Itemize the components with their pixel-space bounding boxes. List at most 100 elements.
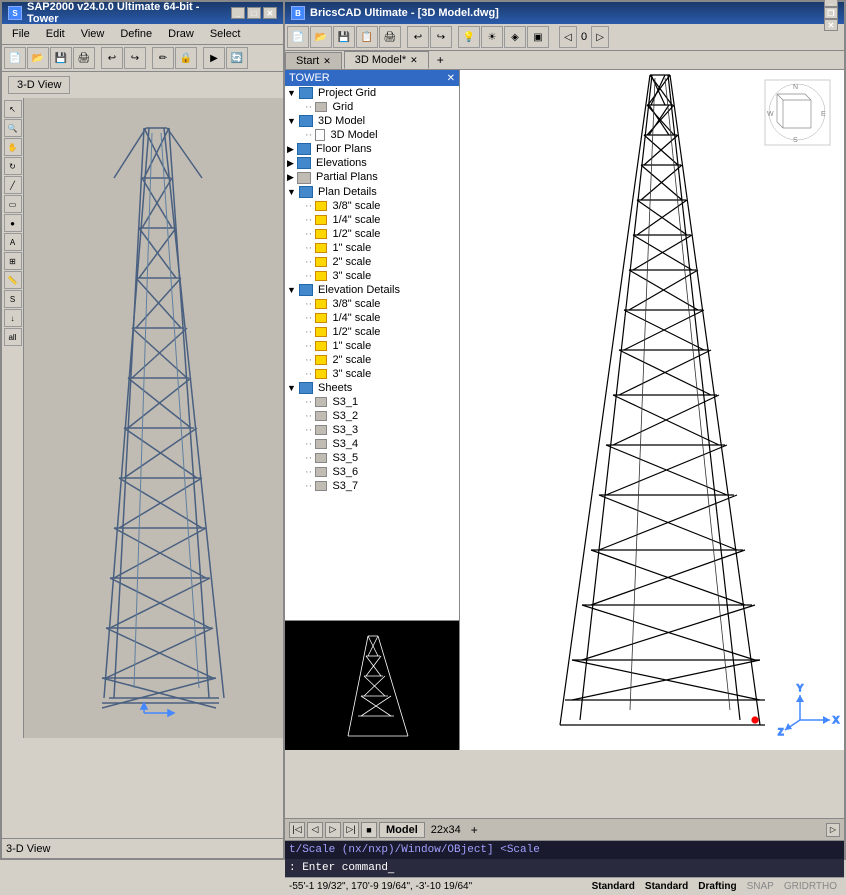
tree-item-elev-1[interactable]: ·· 1" scale <box>285 339 459 353</box>
sap-close-button[interactable]: ✕ <box>263 7 277 19</box>
brics-tab-start[interactable]: Start ✕ <box>285 52 342 69</box>
sap-loop-button[interactable]: 🔄 <box>226 47 248 69</box>
sap-spring-tool[interactable]: S <box>4 290 22 308</box>
sap-lock-button[interactable]: 🔒 <box>175 47 197 69</box>
tree-item-elev-14[interactable]: ·· 1/4" scale <box>285 311 459 325</box>
sap-menu-define[interactable]: Define <box>112 26 160 42</box>
brics-nav-record-button[interactable]: ■ <box>361 822 377 838</box>
tree-item-s3-1[interactable]: ·· S3_1 <box>285 395 459 409</box>
sap-new-button[interactable]: 📄 <box>4 47 26 69</box>
tree-item-3dmodel[interactable]: ▼ 3D Model <box>285 114 459 128</box>
brics-render-button[interactable]: ▣ <box>527 26 549 48</box>
brics-nav-prev-button[interactable]: ◁ <box>307 822 323 838</box>
brics-minimize-button[interactable]: _ <box>824 0 838 7</box>
sap-draw-button[interactable]: ✏ <box>152 47 174 69</box>
brics-redo-button[interactable]: ↪ <box>430 26 452 48</box>
tree-item-s3-5[interactable]: ·· S3_5 <box>285 451 459 465</box>
brics-close-button[interactable]: ✕ <box>824 19 838 31</box>
tree-item-3dmodel-file[interactable]: ·· 3D Model <box>285 128 459 142</box>
tree-item-plan-12[interactable]: ·· 1/2" scale <box>285 227 459 241</box>
tree-item-elev-2[interactable]: ·· 2" scale <box>285 353 459 367</box>
tree-item-plandetails[interactable]: ▼ Plan Details <box>285 185 459 199</box>
sap-label-tool[interactable]: A <box>4 233 22 251</box>
tree-item-plan-38[interactable]: ·· 3/8" scale <box>285 199 459 213</box>
sap-all-tool[interactable]: all <box>4 328 22 346</box>
tree-item-sheets[interactable]: ▼ Sheets <box>285 381 459 395</box>
brics-tab-start-close[interactable]: ✕ <box>323 56 331 67</box>
brics-model-button[interactable]: Model <box>379 822 425 838</box>
tree-item-floorplans[interactable]: ▶ Floor Plans <box>285 142 459 156</box>
tree-item-grid[interactable]: ·· Grid <box>285 100 459 114</box>
tree-item-plan-14[interactable]: ·· 1/4" scale <box>285 213 459 227</box>
sap-measure-tool[interactable]: 📏 <box>4 271 22 289</box>
tree-item-s3-7[interactable]: ·· S3_7 <box>285 479 459 493</box>
tree-item-s3-6[interactable]: ·· S3_6 <box>285 465 459 479</box>
brics-counter-left-button[interactable]: ◁ <box>559 26 577 48</box>
sap-maximize-button[interactable]: □ <box>247 7 261 19</box>
sap-section-tool[interactable]: ⊞ <box>4 252 22 270</box>
sap-menu-file[interactable]: File <box>4 26 38 42</box>
tree-item-elevations[interactable]: ▶ Elevations <box>285 156 459 170</box>
brics-flag-standard1[interactable]: Standard <box>589 881 638 892</box>
brics-flag-snap[interactable]: SNAP <box>744 881 777 892</box>
tree-item-elev-3[interactable]: ·· 3" scale <box>285 367 459 381</box>
sap-select-tool[interactable]: ↖ <box>4 100 22 118</box>
tree-item-partialplans[interactable]: ▶ Partial Plans <box>285 170 459 184</box>
tree-item-elevdetails[interactable]: ▼ Elevation Details <box>285 283 459 297</box>
brics-sun-button[interactable]: ☀ <box>481 26 503 48</box>
sap-draw-line-tool[interactable]: ╱ <box>4 176 22 194</box>
brics-cmd-prompt-row[interactable]: : Enter command _ <box>285 859 844 877</box>
tree-item-elev-12[interactable]: ·· 1/2" scale <box>285 325 459 339</box>
tree-item-plan-2[interactable]: ·· 2" scale <box>285 255 459 269</box>
sap-menu-select[interactable]: Select <box>202 26 249 42</box>
sap-node-tool[interactable]: ● <box>4 214 22 232</box>
brics-status-flags: Standard Standard Drafting SNAP GRIDRTHO <box>589 881 840 892</box>
brics-tab-add-button[interactable]: + <box>431 51 450 69</box>
brics-restore-button[interactable]: ❐ <box>824 7 838 19</box>
brics-scroll-right-button[interactable]: ▷ <box>826 823 840 837</box>
brics-save-button[interactable]: 💾 <box>333 26 355 48</box>
brics-material-button[interactable]: ◈ <box>504 26 526 48</box>
brics-file-tree-close-button[interactable]: ✕ <box>447 73 455 84</box>
tree-label-elev-38: 3/8" scale <box>332 298 380 310</box>
brics-flag-gridrtho[interactable]: GRIDRTHO <box>781 881 840 892</box>
sap-load-tool[interactable]: ↓ <box>4 309 22 327</box>
brics-print-button[interactable]: 🖨 <box>379 26 401 48</box>
brics-counter-right-button[interactable]: ▷ <box>591 26 609 48</box>
sap-frame-tool[interactable]: ▭ <box>4 195 22 213</box>
sap-zoom-tool[interactable]: 🔍 <box>4 119 22 137</box>
tree-item-s3-4[interactable]: ·· S3_4 <box>285 437 459 451</box>
sap-open-button[interactable]: 📂 <box>27 47 49 69</box>
brics-undo-button[interactable]: ↩ <box>407 26 429 48</box>
brics-new-button[interactable]: 📄 <box>287 26 309 48</box>
tree-item-s3-3[interactable]: ·· S3_3 <box>285 423 459 437</box>
tree-item-plan-1[interactable]: ·· 1" scale <box>285 241 459 255</box>
sap-menu-draw[interactable]: Draw <box>160 26 202 42</box>
brics-add-sheet-button[interactable]: + <box>467 822 482 838</box>
tree-item-s3-2[interactable]: ·· S3_2 <box>285 409 459 423</box>
tree-item-elev-38[interactable]: ·· 3/8" scale <box>285 297 459 311</box>
sap-menu-view[interactable]: View <box>73 26 113 42</box>
brics-light-button[interactable]: 💡 <box>458 26 480 48</box>
sap-run-button[interactable]: ▶ <box>203 47 225 69</box>
brics-cmd-line[interactable]: t/Scale (nx/nxp)/Window/OBject] <Scale <box>285 841 844 859</box>
brics-tab-3dmodel-close[interactable]: ✕ <box>410 55 418 66</box>
sap-pan-tool[interactable]: ✋ <box>4 138 22 156</box>
brics-saveas-button[interactable]: 📋 <box>356 26 378 48</box>
brics-open-button[interactable]: 📂 <box>310 26 332 48</box>
sap-rotate-tool[interactable]: ↻ <box>4 157 22 175</box>
sap-redo-button[interactable]: ↪ <box>124 47 146 69</box>
brics-nav-next-button[interactable]: ▷ <box>325 822 341 838</box>
tree-item-plan-3[interactable]: ·· 3" scale <box>285 269 459 283</box>
tree-item-project-grid[interactable]: ▼ Project Grid <box>285 86 459 100</box>
sap-save-button[interactable]: 💾 <box>50 47 72 69</box>
sap-print-button[interactable]: 🖨 <box>73 47 95 69</box>
sap-undo-button[interactable]: ↩ <box>101 47 123 69</box>
brics-flag-drafting[interactable]: Drafting <box>695 881 739 892</box>
brics-tab-3dmodel[interactable]: 3D Model* ✕ <box>344 51 429 69</box>
brics-nav-start-button[interactable]: |◁ <box>289 822 305 838</box>
sap-minimize-button[interactable]: _ <box>231 7 245 19</box>
sap-menu-edit[interactable]: Edit <box>38 26 73 42</box>
brics-flag-standard2[interactable]: Standard <box>642 881 691 892</box>
brics-nav-end-button[interactable]: ▷| <box>343 822 359 838</box>
